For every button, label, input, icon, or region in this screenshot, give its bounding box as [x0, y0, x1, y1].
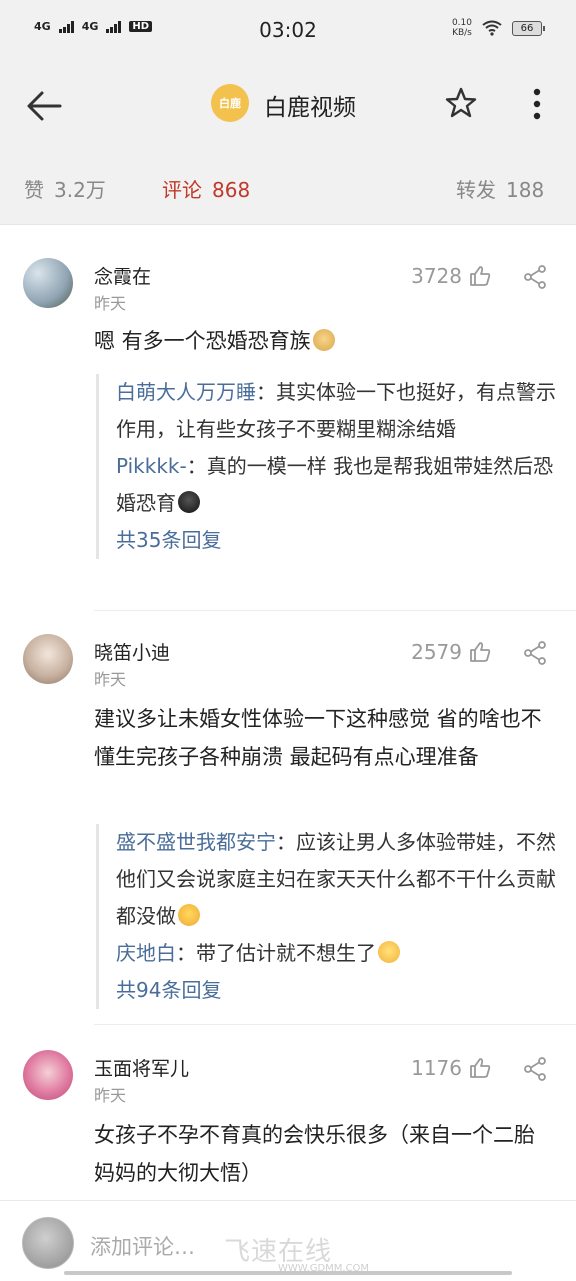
- stats-bar: 赞 3.2万 评论 868 转发 188: [0, 150, 576, 225]
- back-arrow-icon[interactable]: [24, 86, 64, 126]
- like-count: 2579: [411, 640, 462, 664]
- divider: [94, 610, 576, 611]
- status-bar: 4G 4G HD 03:02 0.10 KB/s 66: [0, 0, 576, 62]
- channel-title[interactable]: 白鹿视频: [264, 88, 356, 122]
- channel-logo[interactable]: 白鹿: [211, 84, 249, 122]
- share-icon[interactable]: [522, 1056, 548, 1082]
- reply-item[interactable]: Pikkkk-：真的一模一样 我也是帮我姐带娃然后恐婚恐育: [116, 448, 568, 522]
- reply-user[interactable]: 盛不盛世我都安宁: [116, 830, 276, 854]
- share-icon[interactable]: [522, 640, 548, 666]
- wifi-icon: [482, 20, 502, 36]
- avatar[interactable]: [22, 1217, 74, 1269]
- view-replies-link[interactable]: 共94条回复: [116, 972, 568, 1009]
- crying-emoji-icon: [178, 491, 200, 513]
- top-bar: 白鹿 白鹿视频: [0, 62, 576, 150]
- thumbs-up-icon: [470, 266, 491, 286]
- more-vertical-icon[interactable]: [522, 84, 552, 124]
- comment-text: 嗯 有多一个恐婚恐育族: [94, 322, 546, 360]
- reply-list: 盛不盛世我都安宁：应该让男人多体验带娃，不然他们又会说家庭主妇在家天天什么都不干…: [96, 824, 568, 1009]
- like-count: 1176: [411, 1056, 462, 1080]
- like-button[interactable]: 2579: [411, 640, 492, 664]
- divider: [94, 1024, 576, 1025]
- thumbs-up-icon: [470, 642, 491, 662]
- thumbs-up-icon: [470, 1058, 491, 1078]
- avatar[interactable]: [23, 258, 73, 308]
- comment-input-bar: 添加评论… 飞速在线 WWW.GDMM.COM: [0, 1200, 576, 1281]
- status-icons-right: 0.10 KB/s 66: [451, 18, 545, 38]
- reply-user[interactable]: Pikkkk-: [116, 454, 187, 478]
- reply-item[interactable]: 白萌大人万万睡：其实体验一下也挺好，有点警示作用，让有些女孩子不要糊里糊涂结婚: [116, 374, 568, 448]
- network-speed: 0.10 KB/s: [451, 18, 472, 38]
- home-indicator[interactable]: [64, 1271, 512, 1275]
- star-icon[interactable]: [444, 86, 478, 120]
- view-replies-link[interactable]: 共35条回复: [116, 522, 568, 559]
- reply-user[interactable]: 庆地白: [116, 941, 176, 965]
- username[interactable]: 玉面将军儿: [94, 1054, 189, 1081]
- avatar[interactable]: [23, 634, 73, 684]
- doge-emoji-icon: [312, 329, 335, 351]
- tab-reposts[interactable]: 转发 188: [456, 174, 544, 203]
- comment-text: 女孩子不孕不育真的会快乐很多（来自一个二胎妈妈的大彻大悟）: [94, 1123, 535, 1185]
- username[interactable]: 晓笛小迪: [94, 638, 170, 665]
- drooling-emoji-icon: [178, 904, 200, 926]
- grinning-emoji-icon: [378, 941, 400, 963]
- comment-time: 昨天: [94, 1086, 127, 1105]
- reply-list: 白萌大人万万睡：其实体验一下也挺好，有点警示作用，让有些女孩子不要糊里糊涂结婚 …: [96, 374, 568, 559]
- like-button[interactable]: 1176: [411, 1056, 492, 1080]
- reply-item[interactable]: 庆地白：带了估计就不想生了: [116, 935, 568, 972]
- battery-icon: 66: [512, 20, 545, 36]
- like-button[interactable]: 3728: [411, 264, 492, 288]
- comment-time: 昨天: [94, 294, 127, 313]
- tab-likes[interactable]: 赞 3.2万: [24, 174, 106, 203]
- share-icon[interactable]: [522, 264, 548, 290]
- username[interactable]: 念霞在: [94, 262, 151, 289]
- reply-user[interactable]: 白萌大人万万睡: [116, 380, 256, 404]
- reply-item[interactable]: 盛不盛世我都安宁：应该让男人多体验带娃，不然他们又会说家庭主妇在家天天什么都不干…: [116, 824, 568, 935]
- comment-text: 建议多让未婚女性体验一下这种感觉 省的啥也不懂生完孩子各种崩溃 最起码有点心理准…: [94, 707, 542, 769]
- comment-time: 昨天: [94, 670, 127, 689]
- avatar[interactable]: [23, 1050, 73, 1100]
- comment-input[interactable]: 添加评论…: [90, 1231, 195, 1261]
- tab-comments[interactable]: 评论 868: [162, 174, 250, 203]
- like-count: 3728: [411, 264, 462, 288]
